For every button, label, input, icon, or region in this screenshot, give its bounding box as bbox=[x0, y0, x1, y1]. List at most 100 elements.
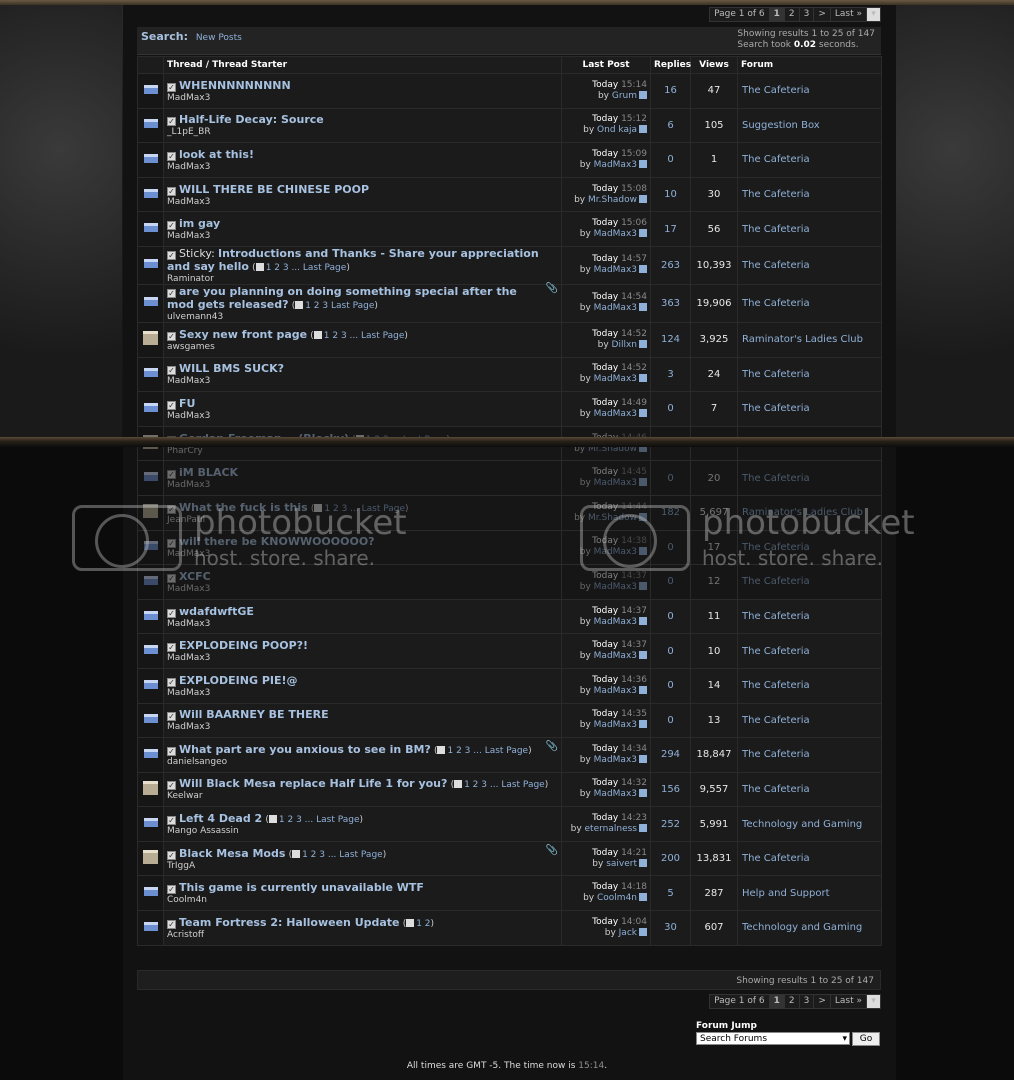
go-to-last-post-icon[interactable] bbox=[639, 265, 647, 274]
thread-starter[interactable]: MadMax3 bbox=[167, 480, 558, 490]
replies-cell[interactable]: 200 bbox=[650, 840, 691, 877]
thread-last-page-link[interactable]: Last Page bbox=[303, 263, 346, 273]
forum-link[interactable]: The Cafeteria bbox=[737, 73, 882, 109]
thread-last-page-link[interactable]: Last Page bbox=[331, 301, 374, 311]
forum-link[interactable]: The Cafeteria bbox=[737, 771, 882, 808]
last-post-user[interactable]: MadMax3 bbox=[594, 409, 637, 419]
checkbox-icon[interactable]: ✓ bbox=[167, 366, 176, 376]
last-page-link[interactable]: Last » bbox=[829, 8, 866, 21]
thread-title-link[interactable]: WILL BMS SUCK? bbox=[179, 362, 284, 375]
header-views[interactable]: Views bbox=[690, 56, 738, 74]
search-query-link[interactable]: New Posts bbox=[196, 33, 242, 43]
last-post-user[interactable]: MadMax3 bbox=[594, 265, 637, 275]
thread-page-links[interactable]: 1 2 3 ... bbox=[302, 850, 336, 860]
thread-starter[interactable]: Keelwar bbox=[167, 791, 558, 801]
thread-starter[interactable]: danielsangeo bbox=[167, 757, 558, 767]
thread-page-links[interactable]: 1 2 3 ... bbox=[266, 263, 300, 273]
checkbox-icon[interactable]: ✓ bbox=[167, 746, 176, 756]
go-to-last-post-icon[interactable] bbox=[639, 408, 647, 417]
checkbox-icon[interactable]: ✓ bbox=[167, 608, 176, 618]
checkbox-icon[interactable]: ✓ bbox=[167, 712, 176, 722]
thread-title-link[interactable]: Black Mesa Mods bbox=[179, 847, 285, 860]
thread-title-link[interactable]: Sexy new front page bbox=[179, 328, 307, 341]
thread-title-link[interactable]: What part are you anxious to see in BM? bbox=[179, 743, 431, 756]
thread-starter[interactable]: MadMax3 bbox=[167, 722, 558, 732]
checkbox-icon[interactable]: ✓ bbox=[167, 117, 176, 127]
last-post-user[interactable]: Dillxn bbox=[612, 340, 637, 350]
header-forum[interactable]: Forum bbox=[737, 56, 882, 74]
thread-last-page-link[interactable]: Last Page bbox=[339, 850, 382, 860]
next-page-link[interactable]: > bbox=[813, 995, 830, 1008]
checkbox-icon[interactable]: ✓ bbox=[167, 470, 176, 480]
replies-cell[interactable]: 0 bbox=[650, 142, 691, 178]
go-to-last-post-icon[interactable] bbox=[639, 651, 647, 660]
thread-title-link[interactable]: EXPLODEING POOP?! bbox=[179, 639, 308, 652]
forum-link[interactable]: Raminator's Ladies Club bbox=[737, 321, 882, 358]
go-to-last-post-icon[interactable] bbox=[639, 478, 647, 487]
last-post-user[interactable]: MadMax3 bbox=[594, 686, 637, 696]
checkbox-icon[interactable]: ✓ bbox=[167, 885, 176, 895]
thread-page-links[interactable]: 1 2 3 ... bbox=[279, 815, 313, 825]
go-button[interactable]: Go bbox=[852, 1032, 880, 1046]
go-to-last-post-icon[interactable] bbox=[639, 581, 647, 590]
header-replies[interactable]: Replies bbox=[650, 56, 691, 74]
page-menu-button[interactable]: ▾ bbox=[866, 8, 880, 21]
forum-link[interactable]: The Cafeteria bbox=[737, 840, 882, 877]
checkbox-icon[interactable]: ✓ bbox=[167, 816, 176, 826]
thread-title-link[interactable]: EXPLODEING PIE!@ bbox=[179, 674, 298, 687]
thread-title-link[interactable]: WHENNNNNNNNN bbox=[179, 79, 291, 92]
forum-link[interactable]: The Cafeteria bbox=[737, 245, 882, 285]
checkbox-icon[interactable]: ✓ bbox=[167, 850, 176, 860]
thread-starter[interactable]: MadMax3 bbox=[167, 231, 558, 241]
last-post-user[interactable]: MadMax3 bbox=[594, 720, 637, 730]
thread-starter[interactable]: MadMax3 bbox=[167, 376, 558, 386]
go-to-last-post-icon[interactable] bbox=[639, 303, 647, 312]
replies-cell[interactable]: 156 bbox=[650, 771, 691, 808]
replies-cell[interactable]: 3 bbox=[650, 356, 691, 393]
checkbox-icon[interactable]: ✓ bbox=[167, 400, 176, 410]
replies-cell[interactable]: 17 bbox=[650, 211, 691, 247]
go-to-last-post-icon[interactable] bbox=[639, 194, 647, 203]
thread-page-links[interactable]: 1 2 3 ... bbox=[447, 746, 481, 756]
forum-link[interactable]: The Cafeteria bbox=[737, 667, 882, 704]
replies-cell[interactable]: 0 bbox=[650, 460, 691, 496]
go-to-last-post-icon[interactable] bbox=[639, 754, 647, 763]
checkbox-icon[interactable]: ✓ bbox=[167, 781, 176, 791]
last-post-user[interactable]: eternalness bbox=[585, 824, 637, 834]
go-to-last-post-icon[interactable] bbox=[639, 374, 647, 383]
last-post-user[interactable]: MadMax3 bbox=[594, 478, 637, 488]
replies-cell[interactable]: 0 bbox=[650, 667, 691, 704]
checkbox-icon[interactable]: ✓ bbox=[167, 331, 176, 341]
forum-link[interactable]: The Cafeteria bbox=[737, 598, 882, 635]
thread-starter[interactable]: MadMax3 bbox=[167, 688, 558, 698]
go-to-last-post-icon[interactable] bbox=[639, 789, 647, 798]
thread-title-link[interactable]: Introductions and Thanks - Share your ap… bbox=[167, 247, 539, 273]
thread-starter[interactable]: MadMax3 bbox=[167, 619, 558, 629]
thread-starter[interactable]: MadMax3 bbox=[167, 411, 558, 421]
checkbox-icon[interactable]: ✓ bbox=[167, 151, 176, 161]
checkbox-icon[interactable]: ✓ bbox=[167, 573, 176, 583]
thread-page-links[interactable]: 1 2 3 ... bbox=[324, 331, 358, 341]
page-link-2[interactable]: 2 bbox=[783, 995, 799, 1008]
forum-jump-select[interactable]: Search Forums bbox=[696, 1032, 850, 1045]
last-post-user[interactable]: MadMax3 bbox=[594, 582, 637, 592]
checkbox-icon[interactable]: ✓ bbox=[167, 82, 176, 92]
page-link-3[interactable]: 3 bbox=[798, 8, 814, 21]
last-post-user[interactable]: MadMax3 bbox=[594, 229, 637, 239]
thread-title-link[interactable]: Will BAARNEY BE THERE bbox=[179, 708, 329, 721]
thread-title-link[interactable]: iM BLACK bbox=[179, 466, 238, 479]
thread-starter[interactable]: PharCry bbox=[167, 446, 558, 456]
replies-cell[interactable]: 16 bbox=[650, 73, 691, 109]
replies-cell[interactable]: 10 bbox=[650, 176, 691, 213]
page-link-2[interactable]: 2 bbox=[783, 8, 799, 21]
replies-cell[interactable]: 5 bbox=[650, 875, 691, 912]
replies-cell[interactable]: 0 bbox=[650, 633, 691, 669]
forum-link[interactable]: The Cafeteria bbox=[737, 702, 882, 739]
checkbox-icon[interactable]: ✓ bbox=[167, 186, 176, 196]
thread-title-link[interactable]: This game is currently unavailable WTF bbox=[179, 881, 424, 894]
go-to-last-post-icon[interactable] bbox=[639, 858, 647, 867]
thread-starter[interactable]: awsgames bbox=[167, 342, 558, 352]
forum-link[interactable]: Suggestion Box bbox=[737, 107, 882, 144]
thread-title-link[interactable]: im gay bbox=[179, 217, 220, 230]
forum-link[interactable]: Technology and Gaming bbox=[737, 910, 882, 946]
